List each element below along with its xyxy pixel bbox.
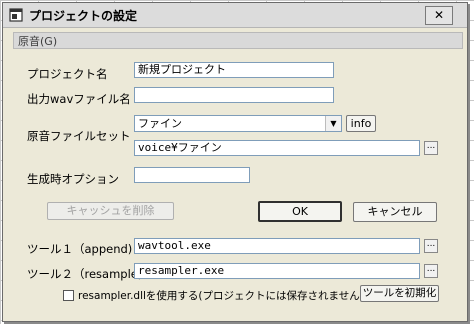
voiceset-label: 原音ファイルセット bbox=[27, 129, 131, 143]
tool2-label: ツール２（resample) bbox=[27, 267, 143, 281]
close-button[interactable]: ✕ bbox=[425, 6, 453, 25]
tool1-browse-button[interactable]: ... bbox=[424, 239, 438, 253]
generation-option-label: 生成時オプション bbox=[27, 172, 119, 186]
voice-menu[interactable]: 原音(G) bbox=[13, 32, 463, 49]
cancel-button[interactable]: キャンセル bbox=[353, 202, 437, 222]
app-window-icon bbox=[9, 8, 23, 22]
resampler-dll-checkbox[interactable] bbox=[63, 290, 74, 301]
voiceset-dropdown[interactable]: ファイン ▼ bbox=[134, 115, 342, 132]
output-wav-label: 出力wavファイル名 bbox=[27, 92, 131, 106]
tool1-field[interactable]: wavtool.exe bbox=[134, 238, 420, 254]
tool2-browse-button[interactable]: ... bbox=[424, 264, 438, 278]
voice-menu-label: 原音(G) bbox=[18, 35, 58, 48]
tool1-label: ツール１（append) bbox=[27, 242, 133, 256]
voiceset-browse-button[interactable]: ... bbox=[424, 141, 438, 155]
close-icon: ✕ bbox=[433, 8, 445, 22]
dialog-title: プロジェクトの設定 bbox=[29, 9, 138, 23]
reset-tools-button[interactable]: ツールを初期化 bbox=[360, 285, 439, 302]
voiceset-path-field[interactable]: voice¥ファイン bbox=[134, 140, 420, 156]
project-settings-dialog: プロジェクトの設定 ✕ 原音(G) プロジェクト名 新規プロジェクト 出力wav… bbox=[2, 2, 468, 322]
voiceset-selected: ファイン bbox=[138, 117, 182, 130]
project-name-label: プロジェクト名 bbox=[27, 67, 108, 81]
project-name-field[interactable]: 新規プロジェクト bbox=[134, 62, 334, 78]
tool2-field[interactable]: resampler.exe bbox=[134, 263, 420, 279]
chevron-down-icon[interactable]: ▼ bbox=[325, 116, 341, 131]
clear-cache-button[interactable]: キャッシュを削除 bbox=[47, 202, 174, 220]
resampler-dll-label: resampler.dllを使用する(プロジェクトには保存されません) bbox=[78, 290, 364, 302]
output-wav-field[interactable] bbox=[134, 87, 334, 103]
ok-button[interactable]: OK bbox=[258, 201, 342, 222]
title-bar: プロジェクトの設定 ✕ bbox=[3, 3, 467, 28]
info-button[interactable]: info bbox=[346, 115, 376, 132]
generation-option-field[interactable] bbox=[134, 167, 250, 183]
